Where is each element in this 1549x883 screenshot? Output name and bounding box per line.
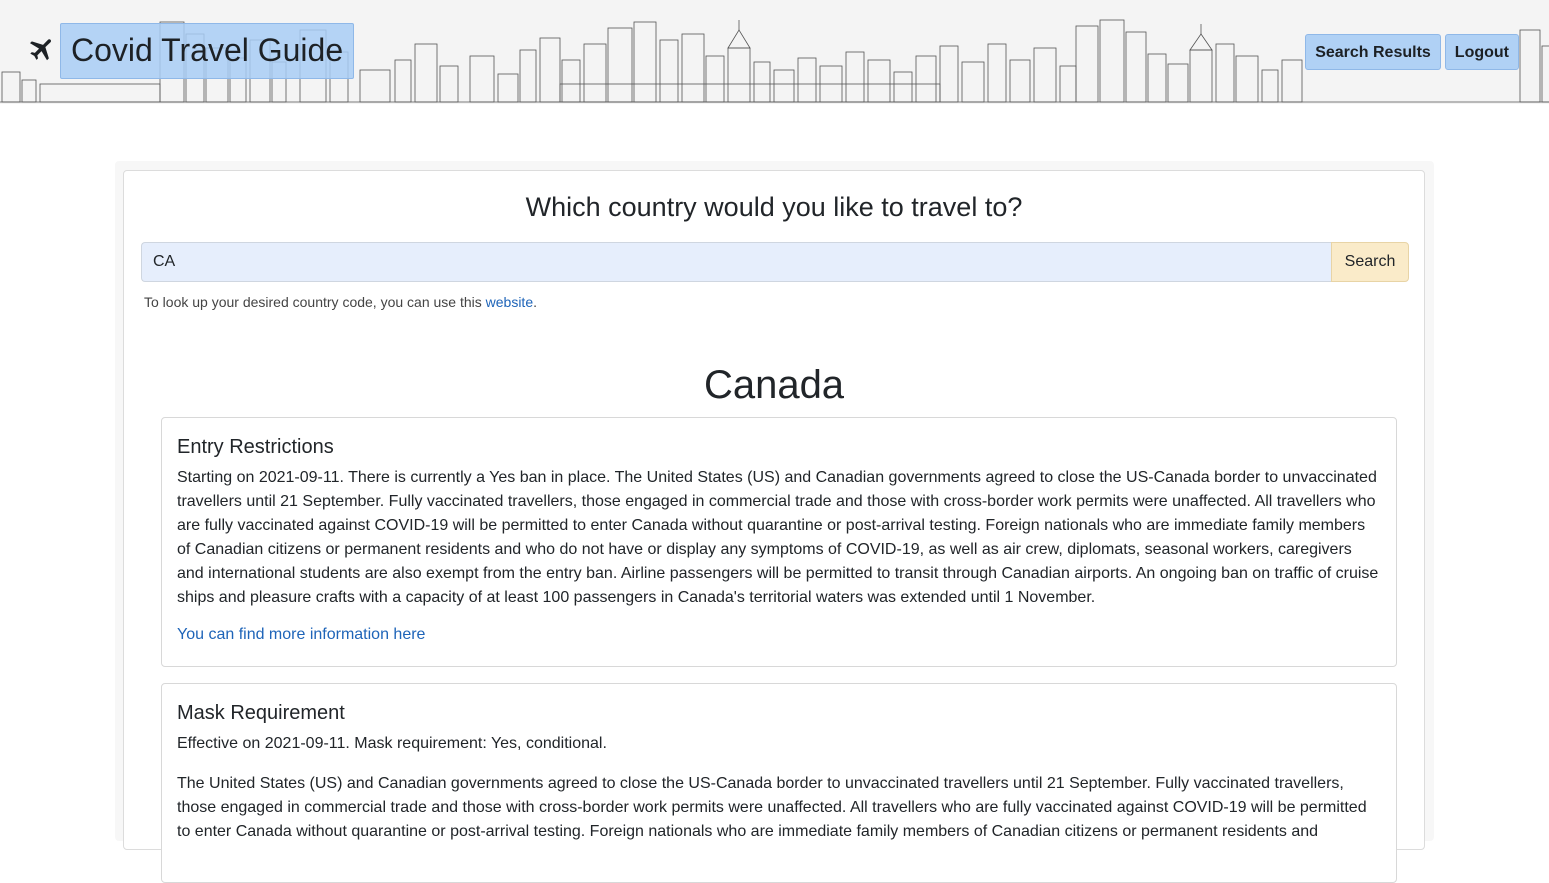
help-text-prefix: To look up your desired country code, yo… xyxy=(144,294,486,310)
brand-title[interactable]: Covid Travel Guide xyxy=(60,23,355,79)
mask-requirement-card: Mask Requirement Effective on 2021-09-11… xyxy=(161,683,1397,883)
country-title: Canada xyxy=(703,363,845,407)
mask-requirement-heading: Mask Requirement xyxy=(177,702,345,724)
search-question: Which country would you like to travel t… xyxy=(525,192,1023,222)
top-nav: Search Results Logout xyxy=(1305,34,1519,70)
mask-requirement-summary: Effective on 2021-09-11. Mask requiremen… xyxy=(177,735,607,752)
airplane-icon xyxy=(29,39,52,61)
country-code-website-link[interactable]: website xyxy=(486,294,533,310)
mask-requirement-body: The United States (US) and Canadian gove… xyxy=(177,775,1367,840)
help-text-suffix: . xyxy=(533,294,537,310)
entry-restrictions-heading: Entry Restrictions xyxy=(177,436,334,458)
entry-restrictions-card: Entry Restrictions Starting on 2021-09-1… xyxy=(161,417,1397,667)
search-card: Which country would you like to travel t… xyxy=(123,170,1425,883)
search-results-button[interactable]: Search Results xyxy=(1305,34,1441,70)
search-button[interactable]: Search xyxy=(1331,242,1409,282)
more-info-link[interactable]: You can find more information here xyxy=(177,626,425,644)
site-header: Covid Travel Guide Search Results Logout xyxy=(0,0,1549,104)
entry-restrictions-body: Starting on 2021-09-11. There is current… xyxy=(177,469,1379,606)
logout-button[interactable]: Logout xyxy=(1444,34,1519,70)
country-code-input[interactable] xyxy=(141,242,1331,282)
brand[interactable]: Covid Travel Guide xyxy=(26,23,355,79)
help-text: To look up your desired country code, yo… xyxy=(144,294,537,310)
search-row: Search xyxy=(141,242,1409,282)
